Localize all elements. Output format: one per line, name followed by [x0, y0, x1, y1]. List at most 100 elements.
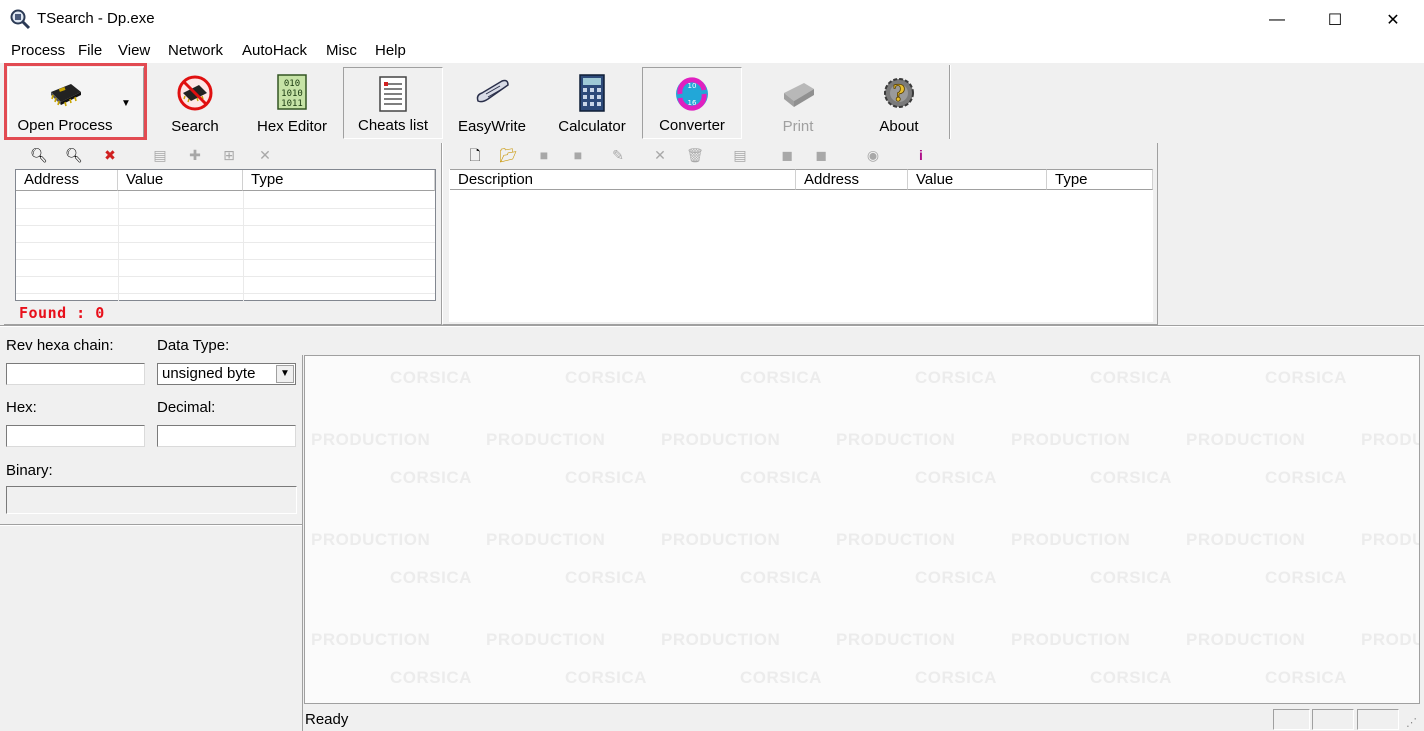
watermark-text: CORSICA: [1090, 468, 1172, 487]
data-type-value: unsigned byte: [162, 365, 256, 382]
watermark-text: CORSICA: [740, 368, 822, 387]
search-zoom-icon[interactable]: 🔍︎: [30, 146, 48, 164]
hex-editor-label: Hex Editor: [256, 118, 328, 135]
chevron-down-icon[interactable]: ▼: [276, 365, 294, 383]
easywrite-button[interactable]: EasyWrite: [447, 67, 537, 139]
edit-icon[interactable]: ✎: [609, 146, 627, 164]
decimal-input[interactable]: [157, 425, 296, 447]
watermark-text: PRODUCTION: [1186, 630, 1306, 649]
watermark-text: PRODUCTION: [486, 430, 606, 449]
hex-label: Hex:: [6, 399, 37, 416]
watermark-text: CORSICA: [740, 668, 822, 687]
watermark-text: PRODUCTION: [486, 630, 606, 649]
data-type-select[interactable]: unsigned byte ▼: [157, 363, 296, 385]
col-description[interactable]: Description: [450, 169, 796, 190]
status-panel: [1312, 709, 1354, 730]
watermark-text: PRODUCTION: [836, 430, 956, 449]
search-results-list[interactable]: Address Value Type: [15, 169, 436, 301]
print-label: Print: [782, 118, 814, 135]
settings-icon[interactable]: ◉: [864, 146, 882, 164]
copy-icon[interactable]: ▤: [151, 146, 169, 164]
watermark-text: PRODUCTION: [1186, 530, 1306, 549]
hex-editor-icon: 010 1010 1011: [277, 74, 307, 110]
binary-label: Binary:: [6, 462, 53, 479]
open-folder-icon[interactable]: 📂︎: [499, 146, 517, 164]
cheats-list-icon: [379, 76, 407, 112]
search-label: Search: [171, 118, 219, 135]
hex-input[interactable]: [6, 425, 145, 447]
watermark-text: PRODUCTION: [1011, 630, 1131, 649]
print-button[interactable]: Print: [752, 67, 844, 139]
about-button[interactable]: ? About: [853, 67, 945, 139]
trash-icon[interactable]: 🗑︎: [686, 146, 704, 164]
search-next-icon[interactable]: 🔍︎: [65, 146, 83, 164]
watermark-text: CORSICA: [915, 468, 997, 487]
svg-text:10: 10: [688, 82, 697, 90]
hex-editor-button[interactable]: 010 1010 1011 Hex Editor: [248, 67, 336, 139]
watermark-text: CORSICA: [1090, 368, 1172, 387]
copy-entry-icon[interactable]: ▤: [731, 146, 749, 164]
watermark-text: CORSICA: [740, 568, 822, 587]
title-bar: TSearch - Dp.exe — ☐ ✕: [0, 0, 1424, 40]
status-panel: [1273, 709, 1310, 730]
col-cheat-value[interactable]: Value: [908, 169, 1047, 190]
close-button[interactable]: ✕: [1364, 0, 1422, 40]
watermark-text: CORSICA: [1265, 568, 1347, 587]
cheats-list-button[interactable]: Cheats list: [343, 67, 443, 139]
save-as-icon[interactable]: ■: [569, 146, 587, 164]
menu-misc[interactable]: Misc: [326, 42, 357, 59]
watermark-text: PRODUCTION: [311, 530, 431, 549]
info-icon[interactable]: i: [912, 146, 930, 164]
watermark-text: PRODUCTION: [661, 430, 781, 449]
unfreeze-icon[interactable]: ◼: [812, 146, 830, 164]
watermark-text: CORSICA: [390, 568, 472, 587]
resize-grip-icon[interactable]: ⋰: [1406, 716, 1417, 729]
toolbar: ▼ Open Process Search 010 1010 1011 Hex …: [0, 63, 1424, 141]
converter-icon: 10 16: [676, 77, 708, 111]
save-icon[interactable]: ■: [535, 146, 553, 164]
freeze-icon[interactable]: ◼: [778, 146, 796, 164]
watermark-text: CORSICA: [565, 668, 647, 687]
menu-process[interactable]: Process: [11, 42, 65, 59]
search-button[interactable]: Search: [150, 67, 240, 139]
svg-text:16: 16: [688, 99, 697, 107]
col-type[interactable]: Type: [243, 170, 435, 191]
grid-row-line: [16, 208, 435, 209]
cheats-list[interactable]: Description Address Value Type: [449, 169, 1153, 322]
menu-view[interactable]: View: [118, 42, 150, 59]
watermark-text: CORSICA: [915, 668, 997, 687]
watermark-text: CORSICA: [390, 668, 472, 687]
col-value[interactable]: Value: [118, 170, 243, 191]
watermark-text: CORSICA: [1265, 668, 1347, 687]
col-address[interactable]: Address: [16, 170, 118, 191]
add-all-icon[interactable]: ⊞: [220, 146, 238, 164]
maximize-button[interactable]: ☐: [1306, 0, 1364, 40]
scroll-icon: [476, 79, 509, 103]
menu-help[interactable]: Help: [375, 42, 406, 59]
col-cheat-type[interactable]: Type: [1047, 169, 1153, 190]
toolbar-separator: [949, 65, 951, 139]
calculator-button[interactable]: Calculator: [547, 67, 637, 139]
watermark-text: CORSICA: [565, 568, 647, 587]
col-cheat-address[interactable]: Address: [796, 169, 908, 190]
watermark-text: PRODUCTION: [486, 530, 606, 549]
delete-icon[interactable]: ✕: [256, 146, 274, 164]
rev-hexa-input[interactable]: [6, 363, 145, 385]
remove-icon[interactable]: ✕: [651, 146, 669, 164]
clear-search-icon[interactable]: ✖: [101, 146, 119, 164]
grid-row-line: [16, 225, 435, 226]
watermark-text: PRODUCTION: [836, 530, 956, 549]
hex-view-area[interactable]: CORSICA CORSICA CORSICA CORSICA CORSICA CORSI…: [304, 355, 1420, 704]
decimal-label: Decimal:: [157, 399, 216, 416]
add-icon[interactable]: ✚: [186, 146, 204, 164]
help-gear-icon: ?: [884, 78, 914, 108]
converter-label: Converter: [659, 117, 725, 134]
menu-file[interactable]: File: [78, 42, 102, 59]
new-file-icon[interactable]: 🗋: [466, 146, 484, 164]
minimize-button[interactable]: —: [1248, 0, 1306, 40]
menu-network[interactable]: Network: [168, 42, 223, 59]
converter-button[interactable]: 10 16 Converter: [642, 67, 742, 139]
calculator-label: Calculator: [558, 118, 626, 135]
horizontal-splitter[interactable]: [0, 325, 1424, 327]
menu-autohack[interactable]: AutoHack: [242, 42, 307, 59]
